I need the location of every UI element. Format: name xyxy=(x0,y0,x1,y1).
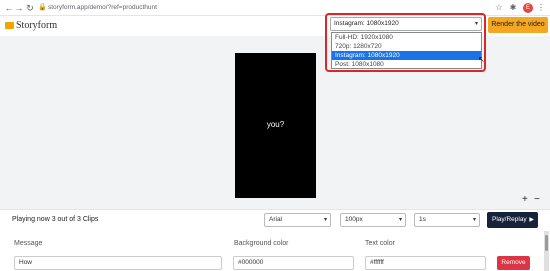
remove-button[interactable]: Remove xyxy=(497,256,530,270)
chevron-down-icon: ▾ xyxy=(323,217,327,223)
font-select[interactable]: Arial ▾ xyxy=(264,213,331,227)
duration-select[interactable]: 1s ▾ xyxy=(414,213,480,227)
background-color-input[interactable]: #000000 xyxy=(233,256,354,270)
format-dropdown: Full-HD: 1920x1080 720p: 1280x720 Instag… xyxy=(331,32,482,69)
size-select[interactable]: 100px ▾ xyxy=(340,213,406,227)
preview-caption: you? xyxy=(266,120,285,129)
chevron-down-icon: ▾ xyxy=(474,21,478,27)
storyform-logo-icon xyxy=(5,22,14,29)
format-option-fullhd[interactable]: Full-HD: 1920x1080 xyxy=(332,33,481,42)
format-option-post[interactable]: Post: 1080x1080 xyxy=(332,60,481,69)
duration-select-value: 1s xyxy=(419,216,426,223)
chevron-down-icon: ▾ xyxy=(472,217,476,223)
play-replay-label: Play/Replay xyxy=(492,216,527,223)
zoom-in-button[interactable]: + xyxy=(522,194,528,205)
format-select-value: Instagram: 1080x1920 xyxy=(334,20,399,27)
scrollbar-thumb[interactable] xyxy=(545,235,548,251)
mouse-cursor-icon: ↖ xyxy=(478,55,485,64)
clip-status: Playing now 3 out of 3 Clips xyxy=(12,216,99,223)
text-color-input[interactable]: #ffffff xyxy=(365,256,486,270)
render-video-button[interactable]: Render the video xyxy=(488,17,548,33)
font-select-value: Arial xyxy=(269,216,283,223)
back-icon[interactable]: ← xyxy=(4,3,14,13)
extensions-icon[interactable]: ✱ xyxy=(508,3,518,13)
reload-icon[interactable]: ↻ xyxy=(25,3,35,13)
menu-icon[interactable]: ⋮ xyxy=(537,3,545,13)
format-option-720p[interactable]: 720p: 1280x720 xyxy=(332,42,481,51)
play-replay-button[interactable]: Play/Replay ▶ xyxy=(487,212,538,228)
format-select[interactable]: Instagram: 1080x1920 ▾ xyxy=(330,17,482,31)
star-icon[interactable]: ☆ xyxy=(494,3,504,13)
avatar[interactable]: E xyxy=(523,3,533,13)
zoom-out-button[interactable]: − xyxy=(534,194,540,205)
address-bar[interactable]: storyform.app/demo/?ref=producthunt xyxy=(48,3,157,13)
chevron-down-icon: ▾ xyxy=(398,217,402,223)
message-label: Message xyxy=(14,240,43,247)
size-select-value: 100px xyxy=(345,216,363,223)
message-input[interactable]: How xyxy=(14,256,222,270)
background-color-label: Background color xyxy=(234,240,289,247)
app-logo: Storyform xyxy=(16,20,58,31)
text-color-label: Text color xyxy=(365,240,395,247)
forward-icon[interactable]: → xyxy=(14,3,24,13)
scrollbar[interactable] xyxy=(544,231,549,271)
format-option-instagram[interactable]: Instagram: 1080x1920 xyxy=(332,51,481,60)
play-icon: ▶ xyxy=(529,217,534,223)
lock-icon[interactable]: 🔒 xyxy=(38,3,47,13)
